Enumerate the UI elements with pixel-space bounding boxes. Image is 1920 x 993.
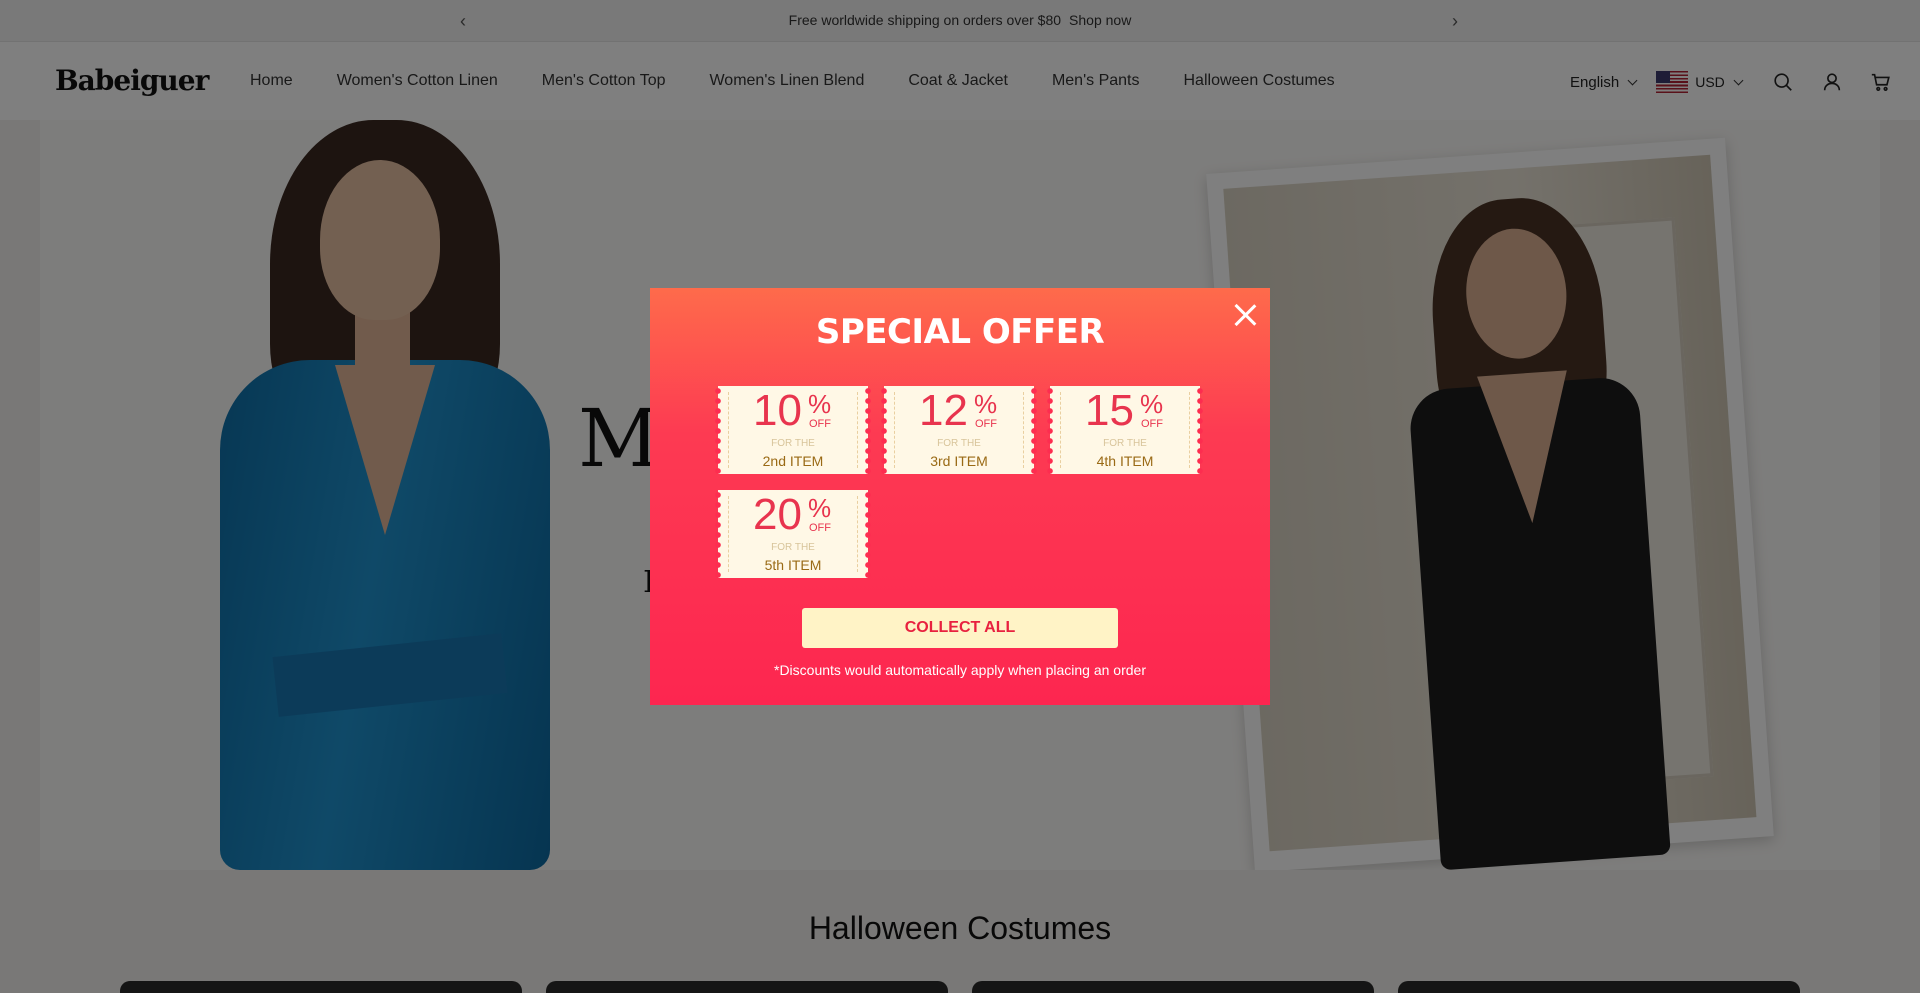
- coupon-value: 10: [753, 386, 802, 435]
- coupon-off: OFF: [809, 522, 831, 534]
- coupon-item-label: 5th ITEM: [764, 557, 822, 573]
- coupon-for-label: FOR THE: [771, 542, 815, 553]
- coupon-item-label: 2nd ITEM: [762, 453, 824, 469]
- coupon-4th-item[interactable]: 15 % OFF FOR THE 4th ITEM: [1047, 386, 1203, 474]
- coupon-item-label: 3rd ITEM: [930, 453, 988, 469]
- coupon-3rd-item[interactable]: 12 % OFF FOR THE 3rd ITEM: [881, 386, 1037, 474]
- modal-title: SPECIAL OFFER: [815, 312, 1105, 352]
- coupon-off: OFF: [809, 418, 831, 430]
- coupon-for-label: FOR THE: [771, 438, 815, 449]
- coupon-percent: %: [1140, 389, 1164, 419]
- coupon-for-label: FOR THE: [937, 438, 981, 449]
- coupon-percent: %: [974, 389, 998, 419]
- coupon-off: OFF: [1141, 418, 1163, 430]
- coupon-value: 20: [753, 490, 802, 539]
- special-offer-modal: SPECIAL OFFER 10 % OFF FOR THE 2nd ITEM …: [650, 288, 1270, 705]
- coupon-percent: %: [808, 389, 832, 419]
- coupon-item-label: 4th ITEM: [1096, 453, 1154, 469]
- coupon-for-label: FOR THE: [1103, 438, 1147, 449]
- collect-all-button[interactable]: COLLECT ALL: [802, 608, 1118, 648]
- discount-note: *Discounts would automatically apply whe…: [774, 662, 1146, 678]
- coupon-off: OFF: [975, 418, 997, 430]
- coupon-percent: %: [808, 493, 832, 523]
- coupon-5th-item[interactable]: 20 % OFF FOR THE 5th ITEM: [715, 490, 871, 578]
- coupon-2nd-item[interactable]: 10 % OFF FOR THE 2nd ITEM: [715, 386, 871, 474]
- coupon-value: 12: [919, 386, 968, 435]
- coupon-value: 15: [1085, 386, 1134, 435]
